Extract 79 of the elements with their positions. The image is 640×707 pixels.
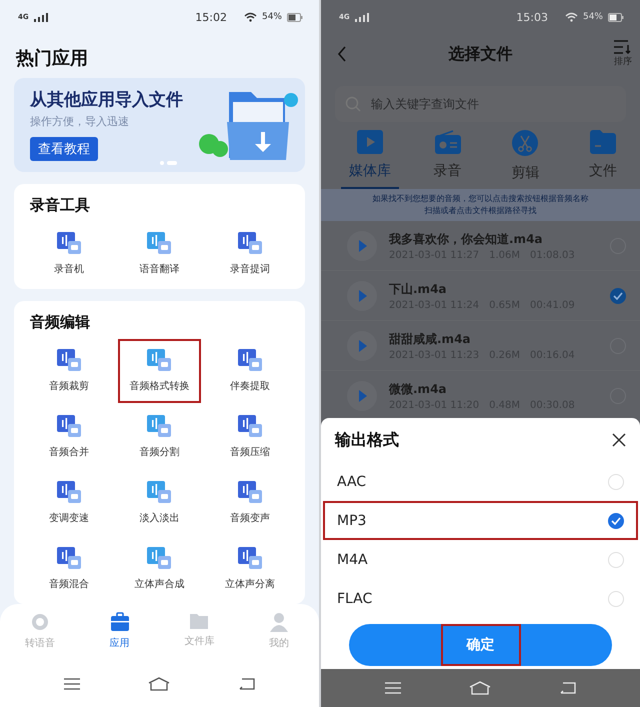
- tool-item[interactable]: 音频变声: [208, 470, 291, 535]
- audio-tool-icon: [238, 348, 262, 371]
- back-icon[interactable]: [337, 46, 347, 62]
- audio-tool-icon: [238, 480, 262, 503]
- audio-tool-icon: [147, 480, 172, 503]
- folder-icon: [590, 130, 616, 154]
- screen-title: 选择文件: [448, 44, 512, 64]
- tool-item[interactable]: 音频混合: [28, 536, 110, 601]
- check-icon: [611, 516, 621, 524]
- clock-time: 15:03: [516, 10, 548, 24]
- banner-subtitle: 操作方便，导入迅速: [30, 114, 129, 130]
- format-option[interactable]: FLAC: [323, 579, 638, 618]
- audio-tool-icon: [147, 414, 172, 437]
- audio-tool-icon: [57, 232, 82, 254]
- tool-item[interactable]: 语音翻译: [118, 222, 201, 286]
- nav-tab[interactable]: 应用: [90, 612, 150, 657]
- file-name: 我多喜欢你，你会知道.m4a: [389, 230, 544, 248]
- check-icon: [613, 292, 623, 300]
- import-banner[interactable]: 从其他应用导入文件 操作方便，导入迅速 查看教程: [14, 78, 305, 172]
- file-name: 甜甜咸咸.m4a: [389, 330, 472, 348]
- file-name: 下山.m4a: [389, 280, 448, 298]
- tool-item[interactable]: 录音提词: [208, 222, 291, 286]
- tool-item[interactable]: 录音机: [28, 222, 110, 286]
- audio-tool-icon: [238, 546, 262, 569]
- tool-item[interactable]: 伴奏提取: [208, 338, 291, 403]
- tool-item[interactable]: 立体声分离: [208, 536, 291, 601]
- tool-item[interactable]: 音频合并: [28, 404, 110, 469]
- audio-tool-icon: [238, 232, 262, 254]
- voice-icon: [30, 612, 50, 632]
- format-option[interactable]: MP3: [323, 501, 638, 540]
- select-radio[interactable]: [610, 288, 626, 304]
- hint-text: 如果找不到您想要的音频，您可以点击搜索按钮根据音频名称: [372, 193, 588, 205]
- section-title: 音频编辑: [30, 312, 91, 332]
- tool-item[interactable]: 音频分割: [118, 404, 201, 469]
- audio-tool-icon: [57, 348, 82, 371]
- audio-tool-icon: [147, 348, 172, 371]
- battery-percent: 54%: [582, 12, 603, 22]
- audio-tool-icon: [147, 232, 172, 254]
- briefcase-icon: [110, 612, 130, 632]
- wifi-icon: [244, 12, 257, 22]
- back-icon[interactable]: [238, 678, 255, 690]
- tool-item[interactable]: 音频格式转换: [118, 338, 201, 403]
- tutorial-button[interactable]: 查看教程: [30, 137, 98, 162]
- audio-tool-icon: [57, 546, 82, 569]
- sheet-title: 输出格式: [335, 430, 399, 450]
- format-option[interactable]: M4A: [323, 540, 638, 579]
- battery-percent: 54%: [262, 12, 282, 22]
- signal-icon: [34, 12, 48, 22]
- audio-tool-icon: [147, 546, 172, 569]
- battery-icon: [287, 12, 303, 22]
- tool-item[interactable]: 音频压缩: [208, 404, 291, 469]
- search-field[interactable]: 输入关键字查询文件: [335, 86, 626, 122]
- person-icon: [269, 612, 290, 632]
- signal-icon: [354, 12, 369, 22]
- hint-text: 扫描或者点击文件根据路径寻找: [424, 205, 536, 217]
- home-icon[interactable]: [148, 677, 170, 691]
- audio-tool-icon: [238, 414, 262, 437]
- audio-tool-icon: [57, 414, 82, 437]
- format-radio[interactable]: [608, 512, 624, 528]
- folder-icon: [189, 612, 210, 630]
- section-title: 录音工具: [30, 196, 91, 215]
- clock-time: 15:02: [195, 10, 227, 24]
- page-heading: 热门应用: [16, 47, 89, 70]
- play-icon: [357, 130, 383, 154]
- battery-icon: [608, 12, 624, 22]
- scissors-icon: [512, 130, 538, 156]
- tool-item[interactable]: 音频裁剪: [28, 338, 110, 403]
- banner-title: 从其他应用导入文件: [30, 89, 183, 112]
- radio-icon: [434, 130, 461, 154]
- tool-item[interactable]: 淡入淡出: [118, 470, 201, 535]
- tool-item[interactable]: 立体声合成: [118, 536, 201, 601]
- format-option[interactable]: AAC: [323, 462, 638, 501]
- tool-item[interactable]: 变调变速: [28, 470, 110, 535]
- menu-icon[interactable]: [64, 678, 80, 690]
- confirm-button[interactable]: 确定: [349, 624, 612, 666]
- audio-tool-icon: [57, 480, 82, 503]
- wifi-icon: [564, 12, 578, 22]
- file-name: 微微.m4a: [389, 380, 448, 398]
- close-icon[interactable]: [612, 433, 626, 447]
